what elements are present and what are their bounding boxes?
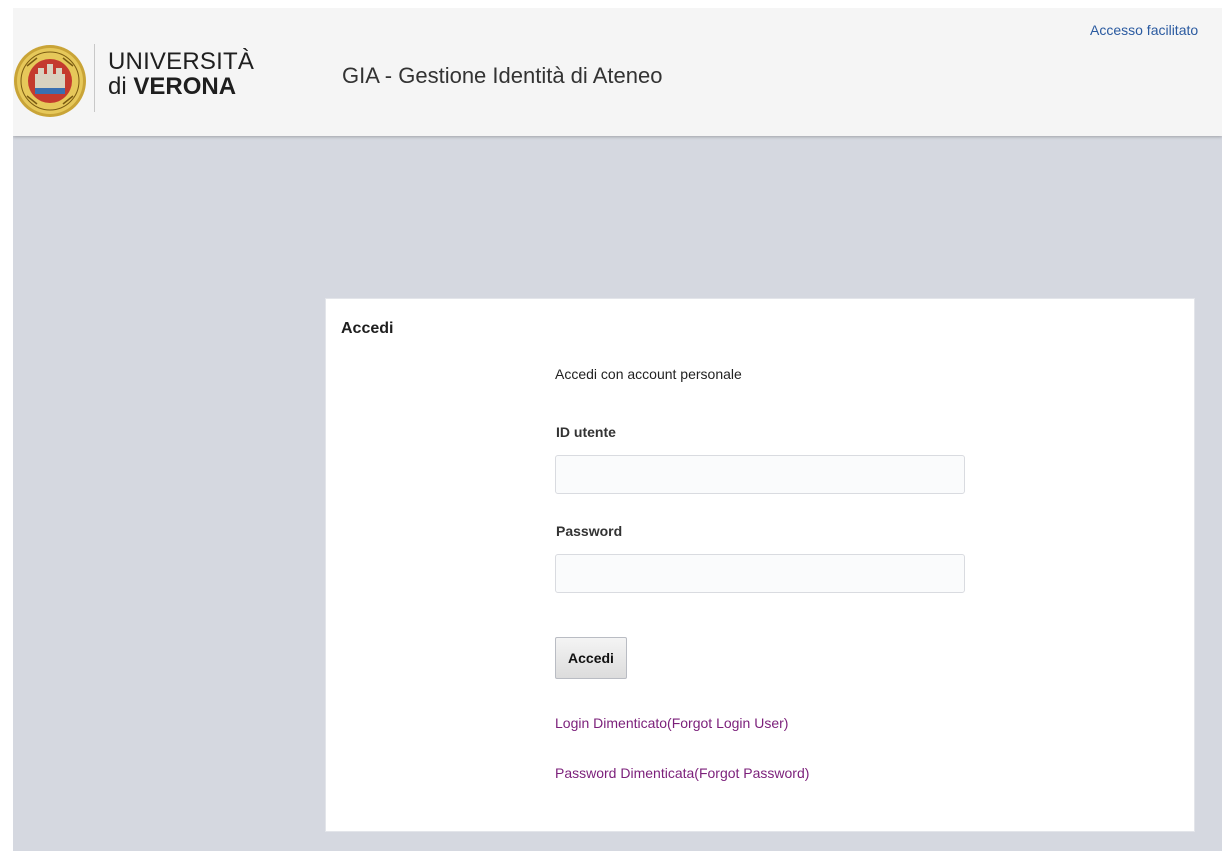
accessibility-link[interactable]: Accesso facilitato	[1090, 22, 1198, 38]
university-name-line1: UNIVERSITÀ	[108, 48, 255, 75]
password-label: Password	[556, 523, 623, 539]
university-name-prefix: di	[108, 73, 134, 100]
university-seal-icon	[14, 45, 86, 117]
login-title: Accedi	[341, 320, 394, 337]
user-id-input[interactable]	[555, 455, 965, 494]
login-intro: Accedi con account personale	[555, 366, 742, 382]
university-name-line2: di VERONA	[108, 75, 236, 99]
password-input[interactable]	[555, 554, 965, 593]
user-id-label: ID utente	[556, 424, 616, 440]
logo-separator	[94, 44, 95, 112]
forgot-login-link[interactable]: Login Dimenticato(Forgot Login User)	[555, 715, 788, 731]
header: UNIVERSITÀ di VERONA GIA - Gestione Iden…	[13, 8, 1222, 136]
page-frame: UNIVERSITÀ di VERONA GIA - Gestione Iden…	[13, 8, 1222, 851]
university-name-bold: VERONA	[133, 73, 237, 100]
login-button[interactable]: Accedi	[555, 637, 627, 679]
login-card: Accedi Accedi con account personale ID u…	[325, 298, 1195, 832]
page-title: GIA - Gestione Identità di Ateneo	[342, 63, 663, 88]
forgot-password-link[interactable]: Password Dimenticata(Forgot Password)	[555, 765, 809, 781]
